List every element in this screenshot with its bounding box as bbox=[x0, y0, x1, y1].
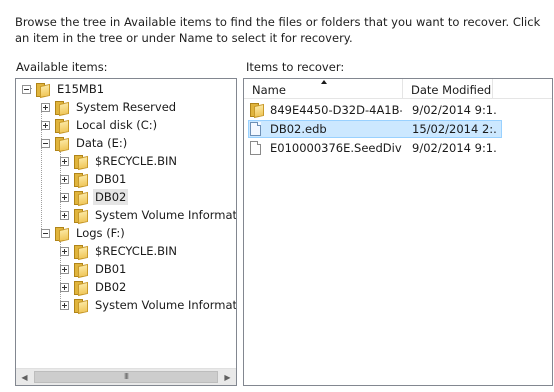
items-to-recover-list[interactable]: Name Date Modified 849E4450-D32D-4A1B-9.… bbox=[243, 78, 553, 386]
tree-node-label: System Volume Informatic bbox=[95, 298, 237, 312]
tree-node-data-db02[interactable]: DB02 bbox=[60, 188, 129, 206]
tree-node-data-db01[interactable]: DB01 bbox=[60, 170, 128, 188]
tree-node-logs-recycle-bin[interactable]: $RECYCLE.BIN bbox=[60, 242, 179, 260]
folder-icon bbox=[55, 100, 69, 116]
folder-icon bbox=[74, 154, 88, 170]
list-item[interactable]: E010000376E.SeedDiver... 9/02/2014 9:1..… bbox=[244, 139, 552, 157]
tree-node-system-reserved[interactable]: System Reserved bbox=[41, 98, 178, 116]
item-date-modified: 9/02/2014 9:1... bbox=[412, 141, 496, 155]
folder-icon bbox=[74, 190, 88, 206]
tree-node-label: DB02 bbox=[95, 280, 127, 294]
folder-icon bbox=[74, 298, 88, 314]
item-name: E010000376E.SeedDiver... bbox=[270, 141, 402, 155]
column-header-label: Date Modified bbox=[411, 83, 492, 97]
expand-icon[interactable] bbox=[60, 210, 69, 220]
scroll-left-icon[interactable]: ◀ bbox=[16, 369, 33, 385]
folder-icon bbox=[74, 262, 88, 278]
list-item-selected[interactable]: DB02.edb 15/02/2014 2:... bbox=[244, 120, 552, 138]
horizontal-scrollbar[interactable]: ◀ III ▶ bbox=[16, 368, 236, 385]
tree-node-label: Local disk (C:) bbox=[76, 118, 158, 132]
collapse-icon[interactable] bbox=[41, 138, 50, 148]
tree-node-label: DB01 bbox=[95, 262, 127, 276]
available-items-tree[interactable]: E15MB1 System Reserved Local disk (C:) D… bbox=[15, 78, 237, 386]
item-date-modified: 15/02/2014 2:... bbox=[412, 122, 496, 136]
folder-icon bbox=[74, 208, 88, 224]
tree-node-label: E15MB1 bbox=[57, 82, 105, 96]
tree-node-logs-db02[interactable]: DB02 bbox=[60, 278, 128, 296]
tree-node-root[interactable]: E15MB1 bbox=[22, 80, 106, 98]
tree-node-label: $RECYCLE.BIN bbox=[95, 154, 178, 168]
collapse-icon[interactable] bbox=[22, 84, 31, 94]
column-header-date-modified[interactable]: Date Modified bbox=[403, 79, 493, 99]
expand-icon[interactable] bbox=[60, 156, 69, 166]
folder-icon bbox=[74, 172, 88, 188]
tree-node-label: DB02 bbox=[93, 189, 129, 205]
folder-icon bbox=[74, 244, 88, 260]
folder-icon bbox=[36, 82, 50, 98]
database-file-icon bbox=[250, 122, 261, 136]
scrollbar-thumb[interactable]: III bbox=[34, 371, 218, 383]
expand-icon[interactable] bbox=[60, 282, 69, 292]
list-header: Name Date Modified bbox=[244, 79, 552, 99]
expand-icon[interactable] bbox=[41, 120, 50, 130]
folder-icon bbox=[55, 226, 69, 242]
item-name: DB02.edb bbox=[270, 122, 327, 136]
items-to-recover-label: Items to recover: bbox=[246, 60, 345, 74]
sort-ascending-icon bbox=[321, 80, 327, 84]
item-name: 849E4450-D32D-4A1B-9... bbox=[270, 103, 402, 117]
expand-icon[interactable] bbox=[60, 192, 69, 202]
expand-icon[interactable] bbox=[60, 246, 69, 256]
folder-icon bbox=[55, 136, 69, 152]
tree-node-logs-drive[interactable]: Logs (F:) bbox=[41, 224, 127, 242]
list-item[interactable]: 849E4450-D32D-4A1B-9... 9/02/2014 9:1... bbox=[244, 101, 552, 119]
folder-icon bbox=[74, 280, 88, 296]
tree-node-data-drive[interactable]: Data (E:) bbox=[41, 134, 129, 152]
expand-icon[interactable] bbox=[60, 300, 69, 310]
tree-node-label: Logs (F:) bbox=[76, 226, 125, 240]
tree-node-local-disk[interactable]: Local disk (C:) bbox=[41, 116, 159, 134]
tree-node-logs-db01[interactable]: DB01 bbox=[60, 260, 128, 278]
expand-icon[interactable] bbox=[60, 174, 69, 184]
tree-node-label: $RECYCLE.BIN bbox=[95, 244, 178, 258]
tree-node-logs-system-volume[interactable]: System Volume Informatic bbox=[60, 296, 237, 314]
tree-node-data-recycle-bin[interactable]: $RECYCLE.BIN bbox=[60, 152, 179, 170]
available-items-label: Available items: bbox=[16, 60, 108, 74]
file-icon bbox=[250, 141, 261, 155]
instructions-text: Browse the tree in Available items to fi… bbox=[15, 15, 541, 45]
tree-node-label: DB01 bbox=[95, 172, 127, 186]
collapse-icon[interactable] bbox=[41, 228, 50, 238]
column-header-label: Name bbox=[252, 83, 286, 97]
column-header-name[interactable]: Name bbox=[244, 79, 403, 99]
scroll-right-icon[interactable]: ▶ bbox=[219, 369, 236, 385]
tree-node-label: System Volume Informatic bbox=[95, 208, 237, 222]
item-date-modified: 9/02/2014 9:1... bbox=[412, 103, 496, 117]
tree-node-label: Data (E:) bbox=[76, 136, 128, 150]
folder-icon bbox=[55, 118, 69, 134]
tree-node-data-system-volume[interactable]: System Volume Informatic bbox=[60, 206, 237, 224]
expand-icon[interactable] bbox=[60, 264, 69, 274]
expand-icon[interactable] bbox=[41, 102, 50, 112]
tree-node-label: System Reserved bbox=[76, 100, 177, 114]
